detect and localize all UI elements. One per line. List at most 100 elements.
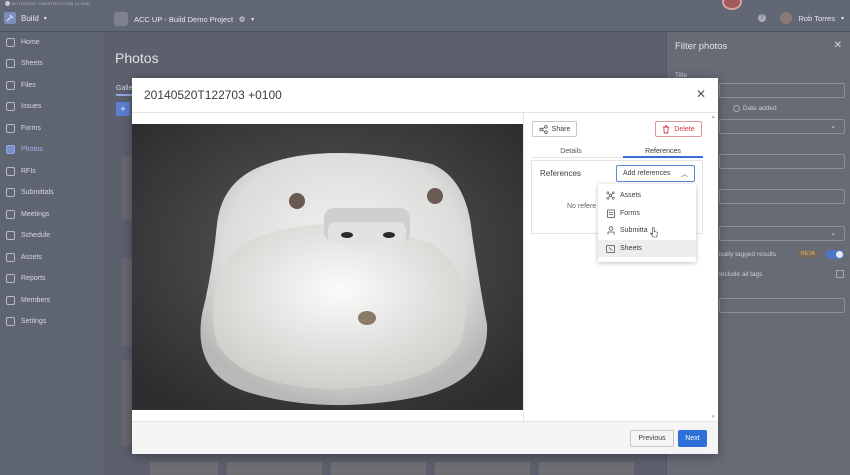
filter-dropdown[interactable]: ⌄ (719, 119, 845, 134)
close-icon[interactable]: ✕ (696, 87, 706, 101)
ai-tags-toggle[interactable] (826, 250, 844, 259)
photo-thumbnail[interactable] (435, 462, 530, 475)
add-references-menu: Assets Forms Submitta Sheets (598, 184, 696, 262)
photo-thumbnail[interactable] (122, 258, 132, 346)
filter-title-input[interactable] (719, 83, 845, 98)
chevron-down-icon: ⌄ (830, 230, 836, 237)
filter-input[interactable] (719, 154, 845, 169)
forms-icon (6, 124, 15, 133)
sidebar-item-sheets[interactable]: Sheets (6, 59, 102, 68)
date-added-radio[interactable]: Date added (733, 105, 777, 112)
radio-icon (733, 105, 740, 112)
share-button[interactable]: Share (532, 121, 577, 137)
previous-button[interactable]: Previous (630, 430, 674, 447)
photo-thumbnail[interactable] (331, 462, 426, 475)
chevron-down-icon: ▾ (251, 16, 255, 23)
sidebar-item-members[interactable]: Members (6, 296, 102, 305)
avatar (780, 12, 793, 24)
photo-thumbnail[interactable] (150, 462, 218, 475)
delete-button[interactable]: Delete (655, 121, 702, 137)
sidebar-item-issues[interactable]: Issues (6, 102, 102, 111)
references-heading: References (540, 169, 581, 178)
submittals-icon (606, 226, 615, 235)
page-title: Photos (115, 50, 159, 66)
sidebar-item-forms[interactable]: Forms (6, 124, 102, 133)
meetings-icon (6, 210, 15, 219)
sheets-icon (606, 244, 615, 253)
include-all-tags-label: Include all tags (719, 271, 763, 278)
add-photo-button[interactable]: + (116, 102, 130, 116)
photo-thumbnail[interactable] (539, 462, 634, 475)
chevron-up-icon: ︿ (681, 170, 688, 178)
add-references-button[interactable]: Add references ︿ (616, 165, 695, 182)
module-name: Build (21, 13, 39, 23)
tab-gallery[interactable]: Galle (116, 85, 133, 96)
ai-tags-label: ically tagged results (719, 251, 777, 258)
scrollbar[interactable]: ▴ ▾ (712, 114, 716, 420)
sidebar-item-reports[interactable]: Reports (6, 274, 102, 283)
trash-icon (663, 125, 670, 133)
settings-icon (6, 317, 15, 326)
menu-item-forms[interactable]: Forms (598, 205, 696, 222)
scroll-up-icon: ▴ (712, 114, 715, 120)
filter-input[interactable] (719, 298, 845, 313)
issues-icon (6, 102, 15, 111)
sidebar-item-assets[interactable]: Assets (6, 253, 102, 262)
chevron-down-icon: ▾ (840, 15, 844, 22)
mouse-cursor-icon (650, 225, 658, 243)
rfis-icon (6, 167, 15, 176)
include-all-tags-checkbox[interactable] (836, 270, 844, 278)
sheets-icon (6, 59, 15, 68)
menu-item-submittals[interactable]: Submitta (598, 222, 696, 239)
modal-title: 20140520T122703 +0100 (144, 88, 282, 102)
photo-preview (132, 124, 523, 410)
photo-thumbnail[interactable] (122, 360, 132, 446)
submittals-icon (6, 188, 15, 197)
sidebar-item-home[interactable]: Home (6, 38, 102, 47)
sidebar-item-files[interactable]: Files (6, 81, 102, 90)
globe-icon: ◍ (239, 16, 246, 23)
notification-icon[interactable] (722, 0, 742, 10)
filter-input[interactable] (719, 189, 845, 204)
project-switcher[interactable]: ACC UP - Build Demo Project ◍ ▾ (114, 12, 254, 26)
beta-badge: BETA (798, 250, 818, 258)
brand-line: AUTODESK CONSTRUCTION CLOUD (5, 1, 90, 6)
reports-icon (6, 274, 15, 283)
user-menu[interactable]: Rob Torres ▾ (780, 12, 844, 24)
menu-item-sheets[interactable]: Sheets (598, 240, 696, 257)
project-name: ACC UP - Build Demo Project (134, 14, 234, 24)
share-icon (538, 124, 548, 134)
sidebar-item-submittals[interactable]: Submittals (6, 188, 102, 197)
sidebar-item-settings[interactable]: Settings (6, 317, 102, 326)
sidebar-item-rfis[interactable]: RFIs (6, 167, 102, 176)
photo-thumbnail[interactable] (122, 156, 132, 220)
chevron-down-icon: ▾ (43, 15, 47, 22)
project-thumbnail (114, 12, 128, 26)
next-button[interactable]: Next (678, 430, 707, 447)
tab-details[interactable]: Details (531, 148, 611, 155)
module-switcher[interactable]: Build ▾ (4, 12, 47, 24)
photos-icon (6, 145, 15, 154)
forms-icon (606, 209, 615, 218)
close-icon[interactable]: ✕ (834, 40, 842, 51)
sidebar-item-photos[interactable]: Photos (6, 145, 102, 154)
tab-references[interactable]: References (623, 148, 703, 155)
no-references-text: No refere (567, 203, 597, 210)
sidebar-item-meetings[interactable]: Meetings (6, 210, 102, 219)
assets-icon (6, 253, 15, 262)
autodesk-logo-icon (5, 1, 10, 6)
schedule-icon (6, 231, 15, 240)
photo-thumbnail[interactable] (227, 462, 322, 475)
scroll-down-icon: ▾ (712, 414, 715, 420)
menu-item-assets[interactable]: Assets (598, 187, 696, 204)
sidebar-item-schedule[interactable]: Schedule (6, 231, 102, 240)
filter-title: Filter photos (675, 41, 728, 52)
chevron-down-icon: ⌄ (830, 123, 836, 130)
assets-icon (606, 191, 615, 200)
build-icon (4, 12, 16, 24)
filter-dropdown[interactable]: ⌄ (719, 226, 845, 241)
members-icon (6, 296, 15, 305)
active-tab-indicator (623, 156, 703, 158)
user-name: Rob Torres (798, 13, 835, 23)
help-icon[interactable]: ? (758, 14, 766, 22)
